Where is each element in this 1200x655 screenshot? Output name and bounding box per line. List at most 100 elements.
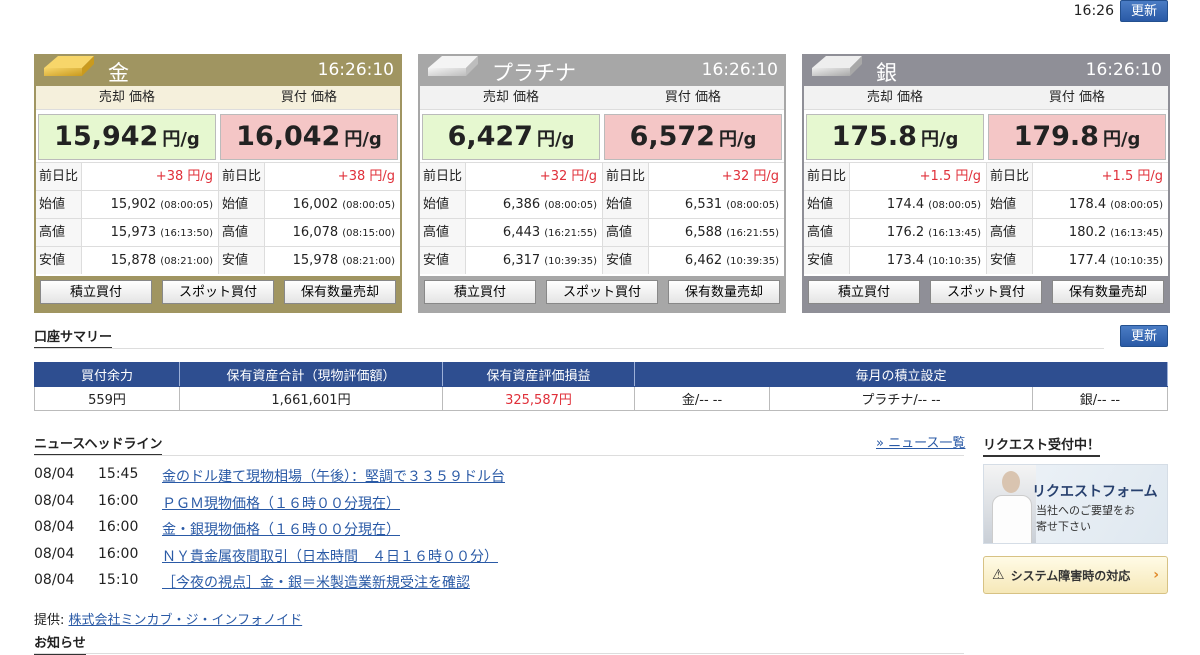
news-item: 08/04 16:00 金・銀現物価格（１６時００分現在） (34, 519, 505, 546)
header-pnl: 保有資産評価損益 (442, 362, 635, 387)
card-actions: 積立買付 スポット買付 保有数量売却 (418, 280, 786, 304)
metal-card-silver: 銀 16:26:10 売却 価格 175.8 円/g 買付 価格 179.8 円/g (802, 54, 1170, 313)
stat-row: 始値 15,902 (08:00:05) 始値 16,002 (08:00:05… (36, 190, 400, 218)
system-failure-button[interactable]: ⚠ システム障害時の対応 › (983, 556, 1168, 594)
news-headline-link[interactable]: ＰＧＭ現物価格（１６時００分現在） (162, 493, 400, 520)
stat-key: 高値 (603, 219, 649, 246)
news-headline-link[interactable]: 金のドル建て現物相場（午後）：堅調で３３５９ドル台 (162, 466, 505, 493)
stat-row: 始値 174.4 (08:00:05) 始値 178.4 (08:00:05) (804, 190, 1168, 218)
stat-row: 安値 6,317 (10:39:35) 安値 6,462 (10:39:35) (420, 246, 784, 274)
news-time: 15:45 (98, 466, 139, 482)
stat-value: 6,317 (10:39:35) (502, 253, 597, 268)
notice-title: お知らせ (34, 632, 86, 655)
sell-holdings-button[interactable]: 保有数量売却 (1052, 280, 1164, 304)
request-form-label: リクエストフォーム (1032, 484, 1158, 500)
buy-price: 179.8 円/g (988, 114, 1166, 160)
stat-row: 高値 15,973 (16:13:50) 高値 16,078 (08:15:00… (36, 218, 400, 246)
sell-column: 売却 価格 6,427 円/g (420, 86, 602, 162)
buy-stat: 前日比 +32 円/g (602, 163, 784, 190)
news-title: ニュースヘッドライン (34, 433, 163, 456)
price-time: 16:26:10 (701, 60, 778, 80)
price-row: 売却 価格 15,942 円/g 買付 価格 16,042 円/g (36, 86, 400, 162)
chevron-right-icon: › (1153, 567, 1159, 583)
stat-key: 高値 (420, 219, 466, 246)
accumulate-buy-button[interactable]: 積立買付 (808, 280, 920, 304)
news-provider: 提供: 株式会社ミンカブ・ジ・インフォノイド (34, 609, 302, 628)
buy-stat: 安値 15,978 (08:21:00) (218, 247, 400, 274)
sell-stat: 高値 6,443 (16:21:55) (420, 219, 602, 246)
request-form-banner[interactable]: リクエストフォーム 当社へのご要望をお寄せ下さい (983, 464, 1168, 544)
spot-buy-button[interactable]: スポット買付 (162, 280, 274, 304)
stat-key: 安値 (804, 247, 850, 274)
spot-buy-button[interactable]: スポット買付 (930, 280, 1042, 304)
stat-key: 高値 (804, 219, 850, 246)
stat-row: 安値 173.4 (10:10:35) 安値 177.4 (10:10:35) (804, 246, 1168, 274)
news-item: 08/04 16:00 ＰＧＭ現物価格（１６時００分現在） (34, 493, 505, 520)
news-time: 16:00 (98, 492, 139, 509)
stat-key: 始値 (36, 191, 82, 218)
summary-refresh-button[interactable]: 更新 (1119, 325, 1168, 347)
news-headline-link[interactable]: 金・銀現物価格（１６時００分現在） (162, 519, 400, 546)
stat-key: 前日比 (804, 163, 850, 190)
stat-row: 安値 15,878 (08:21:00) 安値 15,978 (08:21:00… (36, 246, 400, 274)
metal-name: プラチナ (492, 61, 576, 85)
summary-divider (34, 348, 1104, 349)
news-headline-link[interactable]: ＮＹ貴金属夜間取引（日本時間 ４日１６時００分） (162, 546, 498, 573)
stat-value: 16,002 (08:00:05) (292, 197, 395, 212)
stat-value: +32 円/g (539, 169, 597, 184)
provider-label: 提供: (34, 613, 65, 628)
stat-key: 前日比 (603, 163, 649, 190)
card-actions: 積立買付 スポット買付 保有数量売却 (802, 280, 1170, 304)
news-date: 08/04 (34, 466, 75, 482)
stat-key: 安値 (420, 247, 466, 274)
stat-row: 高値 6,443 (16:21:55) 高値 6,588 (16:21:55) (420, 218, 784, 246)
accumulate-buy-button[interactable]: 積立買付 (40, 280, 152, 304)
metal-name: 銀 (876, 61, 897, 85)
buy-stat: 安値 177.4 (10:10:35) (986, 247, 1168, 274)
refresh-button[interactable]: 更新 (1119, 0, 1168, 22)
summary-title: 口座サマリー (34, 326, 113, 349)
sell-holdings-button[interactable]: 保有数量売却 (668, 280, 780, 304)
total-assets-value: 1,661,601円 (179, 386, 443, 411)
stat-value: +1.5 円/g (919, 169, 981, 184)
price-row: 売却 価格 175.8 円/g 買付 価格 179.8 円/g (804, 86, 1168, 162)
header-monthly-plan: 毎月の積立設定 (634, 362, 1168, 387)
stat-row: 始値 6,386 (08:00:05) 始値 6,531 (08:00:05) (420, 190, 784, 218)
buy-price-label: 買付 価格 (602, 86, 784, 110)
buy-stat: 安値 6,462 (10:39:35) (602, 247, 784, 274)
stat-key: 始値 (987, 191, 1033, 218)
sell-stat: 安値 6,317 (10:39:35) (420, 247, 602, 274)
news-item: 08/04 16:00 ＮＹ貴金属夜間取引（日本時間 ４日１６時００分） (34, 546, 505, 573)
card-header: プラチナ 16:26:10 (418, 54, 786, 86)
notice-divider (34, 653, 964, 654)
news-list-link[interactable]: » ニュース一覧 (876, 432, 965, 451)
stat-row: 前日比 +32 円/g 前日比 +32 円/g (420, 162, 784, 190)
sell-price: 15,942 円/g (38, 114, 216, 160)
stat-value: 180.2 (16:13:45) (1068, 225, 1163, 240)
card-header: 銀 16:26:10 (802, 54, 1170, 86)
person-image-icon (984, 465, 1036, 543)
header-buying-power: 買付余力 (34, 362, 180, 387)
stat-key: 高値 (219, 219, 265, 246)
accumulate-buy-button[interactable]: 積立買付 (424, 280, 536, 304)
sell-column: 売却 価格 175.8 円/g (804, 86, 986, 162)
stat-row: 前日比 +1.5 円/g 前日比 +1.5 円/g (804, 162, 1168, 190)
sell-stat: 前日比 +32 円/g (420, 163, 602, 190)
news-time: 16:00 (98, 519, 139, 535)
price-time: 16:26:10 (1085, 60, 1162, 80)
provider-link[interactable]: 株式会社ミンカブ・ジ・インフォノイド (69, 613, 303, 628)
sell-holdings-button[interactable]: 保有数量売却 (284, 280, 396, 304)
stat-key: 前日比 (36, 163, 82, 190)
stat-value: +38 円/g (337, 169, 395, 184)
sell-stat: 始値 174.4 (08:00:05) (804, 191, 986, 218)
sell-price: 175.8 円/g (806, 114, 984, 160)
stat-value: +32 円/g (721, 169, 779, 184)
spot-buy-button[interactable]: スポット買付 (546, 280, 658, 304)
warning-icon: ⚠ (992, 567, 1005, 583)
buy-stat: 前日比 +1.5 円/g (986, 163, 1168, 190)
stat-key: 安値 (36, 247, 82, 274)
card-body: 売却 価格 15,942 円/g 買付 価格 16,042 円/g 前日比 +3… (36, 86, 400, 276)
buy-column: 買付 価格 16,042 円/g (218, 86, 400, 162)
news-headline-link[interactable]: ［今夜の視点］金・銀＝米製造業新規受注を確認 (162, 572, 470, 599)
pnl-value: 325,587円 (442, 386, 635, 411)
